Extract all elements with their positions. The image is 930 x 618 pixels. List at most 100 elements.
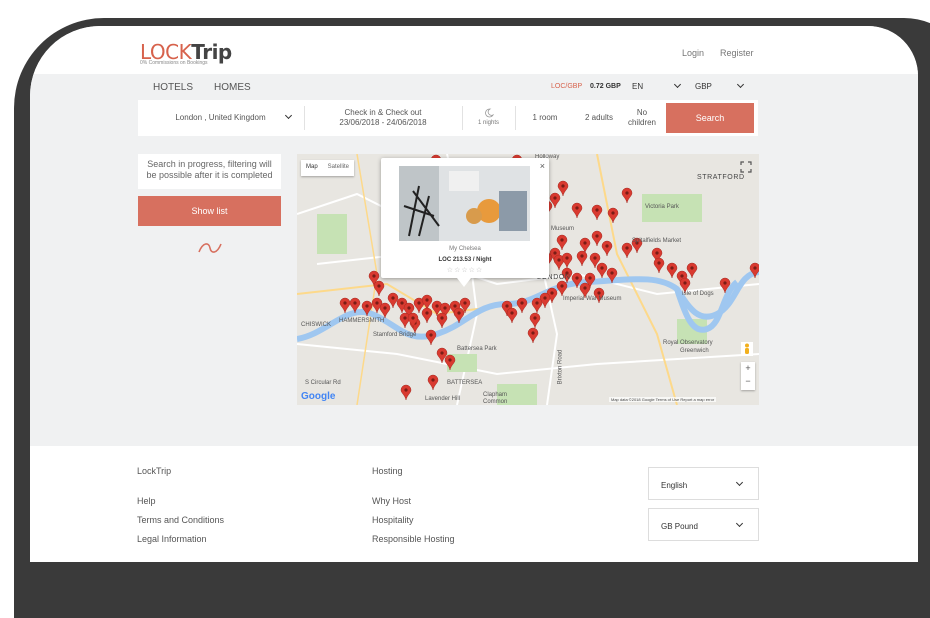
map-type-control: Map Satellite <box>301 160 355 176</box>
map-pin-dot <box>400 301 404 305</box>
children-line2: children <box>627 118 656 127</box>
map-pin-dot <box>435 304 439 308</box>
nav-homes[interactable]: HOMES <box>214 82 251 93</box>
message-line2: be possible after it is completed <box>146 170 273 180</box>
map-pin-dot <box>453 304 457 308</box>
map-pin-dot <box>597 291 601 295</box>
map-pin-dot <box>440 316 444 320</box>
map-pin-dot <box>625 246 629 250</box>
map-pin-dot <box>595 208 599 212</box>
hotel-info-popup[interactable]: × My Chelsea LOC 213.53 / Night ☆☆☆☆☆ <box>381 158 549 287</box>
children-line1: No <box>636 108 648 117</box>
map-pin-dot <box>690 266 694 270</box>
map-pin-dot <box>655 251 659 255</box>
nav-hotels[interactable]: HOTELS <box>153 82 193 93</box>
popup-close-button[interactable]: × <box>540 161 545 171</box>
maptype-satellite-button[interactable]: Satellite <box>323 160 354 176</box>
search-bar: London , United Kingdom Check in & Check… <box>138 100 758 136</box>
map-pin-dot <box>610 271 614 275</box>
map-pin-dot <box>560 284 564 288</box>
language-selector[interactable]: EN <box>632 82 643 91</box>
moon-icon <box>484 108 494 118</box>
zoom-in-button[interactable]: + <box>741 362 755 375</box>
zoom-control: + − <box>741 362 755 390</box>
login-link[interactable]: Login <box>682 48 704 58</box>
map-pin-dot <box>575 276 579 280</box>
dates-field[interactable]: Check in & Check out 23/06/2018 - 24/06/… <box>305 100 461 136</box>
show-list-button[interactable]: Show list <box>138 196 281 226</box>
map-pin-dot <box>411 316 415 320</box>
map-pin-dot <box>670 266 674 270</box>
popup-hotel-name[interactable]: My Chelsea <box>381 246 549 252</box>
map-pin-dot <box>588 276 592 280</box>
footer-link-legal[interactable]: Legal Information <box>137 534 207 544</box>
map-label-common: Common <box>483 399 508 405</box>
currency-selector[interactable]: GBP <box>695 82 712 91</box>
map-pin-dot <box>625 191 629 195</box>
map-pin-dot <box>505 304 509 308</box>
map-pin-dot <box>580 254 584 258</box>
popup-star-rating: ☆☆☆☆☆ <box>446 267 484 274</box>
chevron-down-icon <box>735 478 744 487</box>
map-label-spitalfields: Spitalfields Market <box>632 238 682 244</box>
footer-link-hospitality[interactable]: Hospitality <box>372 515 414 525</box>
fullscreen-icon[interactable] <box>739 160 753 174</box>
nights-count: 1 nights <box>477 120 499 126</box>
footer-link-help[interactable]: Help <box>137 496 156 506</box>
search-button[interactable]: Search <box>666 103 754 133</box>
chevron-down-icon[interactable] <box>736 80 745 89</box>
map-pin-dot <box>520 301 524 305</box>
zoom-out-button[interactable]: − <box>741 375 755 388</box>
map-pin-dot <box>463 301 467 305</box>
destination-value: London , United Kingdom <box>175 113 266 122</box>
popup-hotel-price: LOC 213.53 / Night <box>438 257 492 263</box>
rooms-field[interactable]: 1 room <box>520 100 570 136</box>
map-pin-dot <box>600 266 604 270</box>
map-pin-dot <box>372 274 376 278</box>
message-line1: Search in progress, filtering will <box>147 159 272 169</box>
map-pin-dot <box>448 358 452 362</box>
footer-currency-select[interactable]: GB Pound <box>648 508 759 541</box>
hotel-photo[interactable] <box>399 166 530 241</box>
search-progress-message: Search in progress, filtering will be po… <box>138 154 281 189</box>
map-pin-dot <box>510 311 514 315</box>
footer-link-why-host[interactable]: Why Host <box>372 496 411 506</box>
map-pin-dot <box>561 184 565 188</box>
map-pin-dot <box>583 286 587 290</box>
dates-label: Check in & Check out <box>344 108 422 117</box>
map-pin-dot <box>391 296 395 300</box>
adults-field[interactable]: 2 adults <box>574 100 624 136</box>
maptype-map-button[interactable]: Map <box>301 160 323 176</box>
footer-col1-title: LockTrip <box>137 466 172 476</box>
map-pin-dot <box>377 284 381 288</box>
map-pin-dot <box>550 291 554 295</box>
map-pin-dot <box>557 258 561 262</box>
map-label-royal-observatory: Royal Observatory <box>663 340 713 346</box>
map-label-brixton-road: Brixton Road <box>557 349 564 385</box>
map-pin-dot <box>595 234 599 238</box>
street-view-pegman-icon[interactable] <box>741 342 753 356</box>
page-frame: LOCKTrip 0% Commissions on Bookings Logi… <box>0 0 930 618</box>
footer-link-responsible-hosting[interactable]: Responsible Hosting <box>372 534 455 544</box>
destination-field[interactable]: London , United Kingdom <box>138 100 303 136</box>
nav-bar: HOTELS HOMES LOC/GBP 0.72 GBP EN GBP <box>30 74 918 100</box>
map-attribution[interactable]: Map data ©2018 Google Terms of Use Repor… <box>609 397 717 402</box>
children-field[interactable]: No children <box>622 100 662 136</box>
chevron-down-icon[interactable] <box>673 80 682 89</box>
map-pin-dot <box>753 266 757 270</box>
map-pin-dot <box>425 298 429 302</box>
footer-link-terms[interactable]: Terms and Conditions <box>137 515 224 525</box>
map-pin-dot <box>683 281 687 285</box>
map-pin-dot <box>543 296 547 300</box>
divider <box>515 106 516 130</box>
footer-language-select[interactable]: English <box>648 467 759 500</box>
map-label-battersea: BATTERSEA <box>447 380 483 386</box>
map-pin-dot <box>605 244 609 248</box>
map-pin-dot <box>657 261 661 265</box>
map-label-greenwich: Greenwich <box>680 348 709 354</box>
register-link[interactable]: Register <box>720 48 754 58</box>
rooms-value: 1 room <box>532 113 558 122</box>
chevron-down-icon <box>735 519 744 528</box>
results-map[interactable]: STRATFORD Holloway Victoria Park Spitalf… <box>297 154 759 405</box>
map-pin-dot <box>680 274 684 278</box>
